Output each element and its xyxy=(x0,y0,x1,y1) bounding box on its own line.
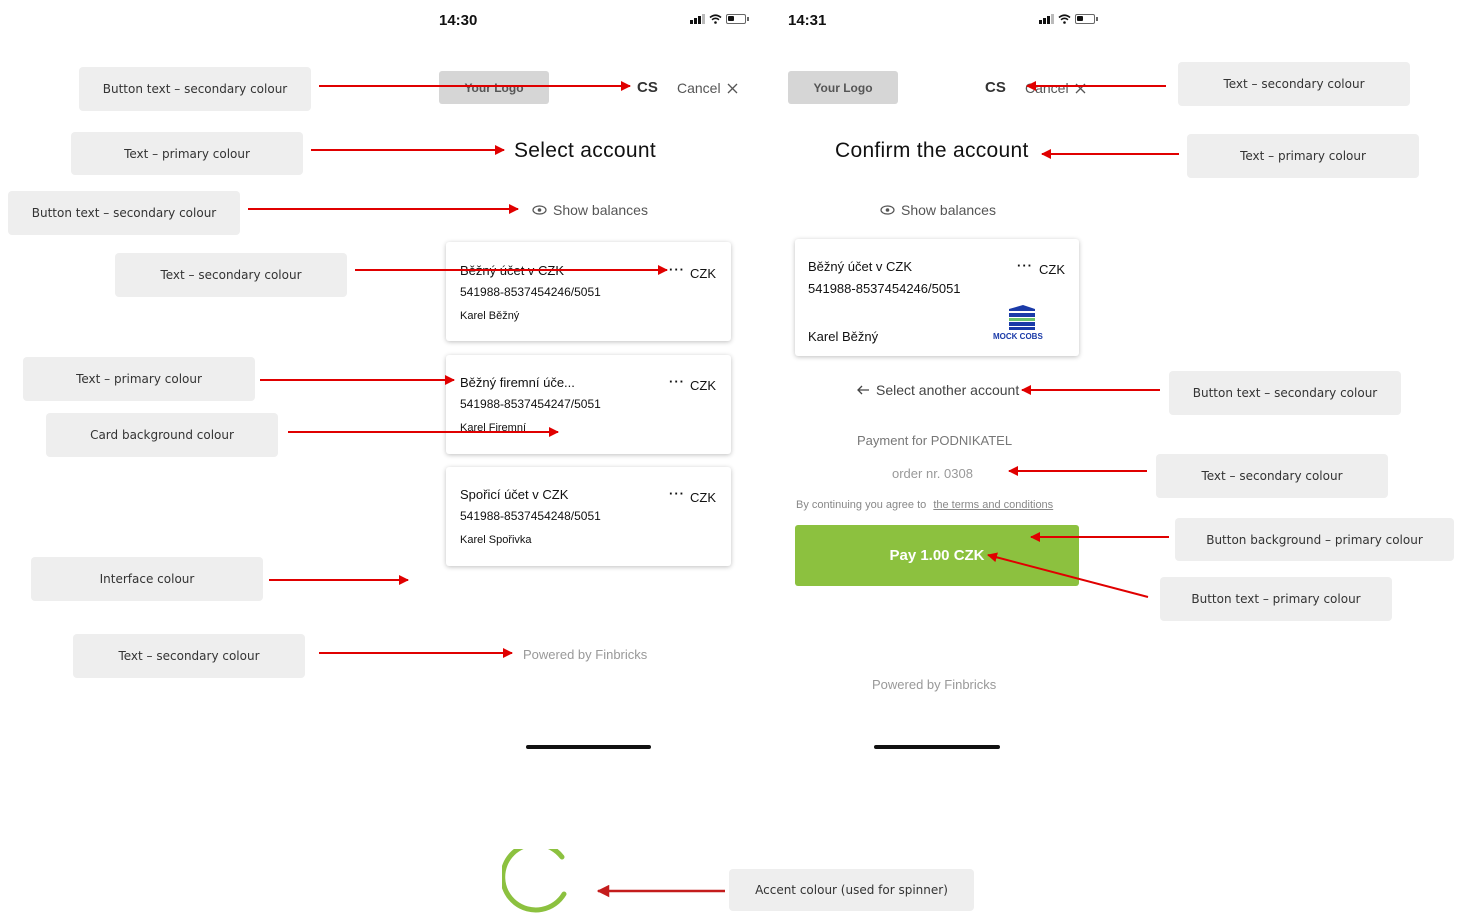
show-balances-label: Show balances xyxy=(901,202,996,218)
annotation-label: Text – secondary colour xyxy=(1178,62,1410,106)
account-number: 541988-8537454246/5051 xyxy=(460,285,601,299)
annotation-label: Accent colour (used for spinner) xyxy=(729,869,974,911)
annotation-label: Text – secondary colour xyxy=(1156,454,1388,498)
status-time: 14:30 xyxy=(439,12,478,29)
language-button[interactable]: CS xyxy=(985,79,1006,96)
annotation-label: Text – primary colour xyxy=(71,132,303,175)
eye-icon xyxy=(532,205,547,215)
account-owner: Karel Běžný xyxy=(460,310,520,322)
pay-button[interactable]: Pay 1.00 CZK xyxy=(795,525,1079,586)
account-currency: CZK xyxy=(690,490,716,505)
selected-account-card: Běžný účet v CZK ··· CZK 541988-85374542… xyxy=(795,239,1079,356)
annotation-label: Text – secondary colour xyxy=(73,634,305,678)
account-card[interactable]: Spořicí účet v CZK ··· CZK 541988-853745… xyxy=(446,467,731,566)
page-title: Confirm the account xyxy=(835,139,1029,162)
status-time: 14:31 xyxy=(788,12,827,29)
close-icon xyxy=(727,83,738,93)
battery-icon xyxy=(1075,14,1098,24)
bank-logo-icon xyxy=(1009,305,1035,330)
wifi-icon xyxy=(709,14,722,24)
annotation-label: Text – primary colour xyxy=(23,357,255,401)
account-currency: CZK xyxy=(690,378,716,393)
more-icon[interactable]: ··· xyxy=(1017,258,1033,273)
annotation-label: Text – secondary colour xyxy=(115,253,347,297)
eye-icon xyxy=(880,205,895,215)
status-icons xyxy=(690,14,749,24)
account-currency: CZK xyxy=(1039,262,1065,277)
payment-description: Payment for PODNIKATEL xyxy=(857,433,1013,448)
annotation-label: Button background – primary colour xyxy=(1175,518,1454,561)
show-balances-button[interactable]: Show balances xyxy=(532,202,648,218)
spinner-icon xyxy=(502,849,567,913)
account-currency: CZK xyxy=(690,266,716,281)
more-icon[interactable]: ··· xyxy=(669,262,685,277)
account-name: Spořicí účet v CZK xyxy=(460,487,569,502)
bank-logo-text: MOCK COBS xyxy=(993,332,1043,341)
annotation-label: Interface colour xyxy=(31,557,263,601)
account-owner: Karel Firemní xyxy=(460,422,527,434)
powered-by[interactable]: Powered by Finbricks xyxy=(872,677,996,692)
account-name: Běžný účet v CZK xyxy=(808,259,913,274)
more-icon[interactable]: ··· xyxy=(669,374,685,389)
show-balances-button[interactable]: Show balances xyxy=(880,202,996,218)
annotation-label: Button text – primary colour xyxy=(1160,577,1392,621)
account-number: 541988-8537454247/5051 xyxy=(460,397,601,411)
select-another-label: Select another account xyxy=(876,382,1020,398)
terms-prefix: By continuing you agree to xyxy=(796,499,927,511)
more-icon[interactable]: ··· xyxy=(669,486,685,501)
annotation-label: Button text – secondary colour xyxy=(8,191,240,235)
annotation-label: Button text – secondary colour xyxy=(1169,371,1401,415)
page-title: Select account xyxy=(514,139,656,162)
battery-icon xyxy=(726,14,749,24)
wifi-icon xyxy=(1058,14,1071,24)
select-another-account-button[interactable]: Select another account xyxy=(856,382,1019,398)
annotation-label: Text – primary colour xyxy=(1187,134,1419,178)
account-name: Běžný účet v CZK xyxy=(460,263,565,278)
home-indicator xyxy=(526,745,651,749)
account-owner: Karel Spořivka xyxy=(460,534,532,546)
annotation-label: Button text – secondary colour xyxy=(79,67,311,111)
cancel-button[interactable]: Cancel xyxy=(1025,80,1086,96)
logo-placeholder: Your Logo xyxy=(439,71,549,104)
account-owner: Karel Běžný xyxy=(808,329,879,344)
status-icons xyxy=(1039,14,1098,24)
signal-icon xyxy=(1039,14,1054,24)
language-button[interactable]: CS xyxy=(637,79,658,96)
cancel-button[interactable]: Cancel xyxy=(677,80,738,96)
arrow-left-icon xyxy=(857,385,869,395)
close-icon xyxy=(1075,83,1086,93)
home-indicator xyxy=(874,745,1000,749)
terms-link[interactable]: the terms and conditions xyxy=(933,499,1053,511)
powered-by[interactable]: Powered by Finbricks xyxy=(523,647,647,662)
account-card[interactable]: Běžný účet v CZK ··· CZK 541988-85374542… xyxy=(446,242,731,341)
account-number: 541988-8537454246/5051 xyxy=(808,281,961,296)
account-card[interactable]: Běžný firemní úče... ··· CZK 541988-8537… xyxy=(446,355,731,454)
logo-placeholder: Your Logo xyxy=(788,71,898,104)
show-balances-label: Show balances xyxy=(553,202,648,218)
signal-icon xyxy=(690,14,705,24)
cancel-label: Cancel xyxy=(677,80,721,96)
annotation-label: Card background colour xyxy=(46,413,278,457)
account-name: Běžný firemní úče... xyxy=(460,375,575,390)
terms-text: By continuing you agree to the terms and… xyxy=(796,499,1053,511)
order-number: order nr. 0308 xyxy=(892,466,973,481)
cancel-label: Cancel xyxy=(1025,80,1069,96)
account-number: 541988-8537454248/5051 xyxy=(460,509,601,523)
